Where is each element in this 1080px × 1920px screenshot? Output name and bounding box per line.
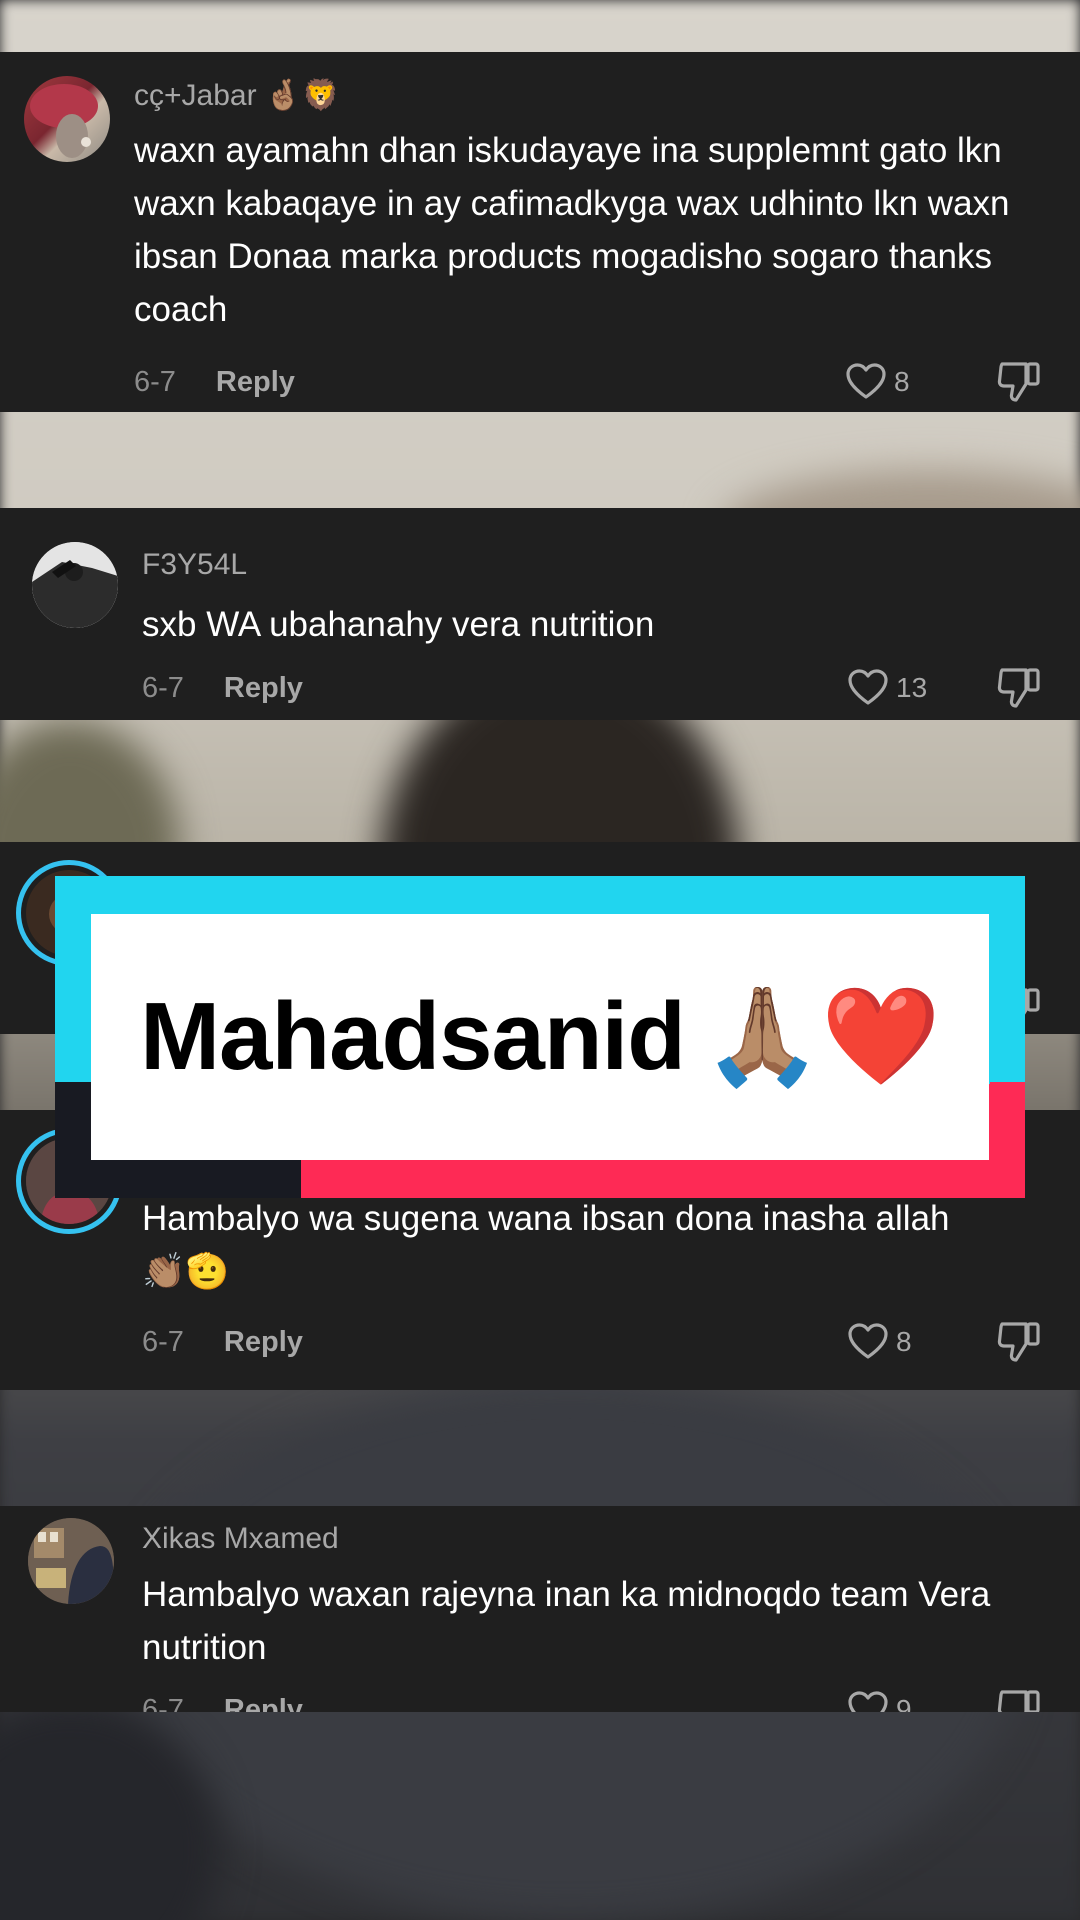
like-button[interactable]: 8 bbox=[846, 360, 910, 404]
thumbs-down-icon[interactable] bbox=[996, 666, 1042, 710]
comment-meta: 6-7 Reply bbox=[142, 1320, 303, 1364]
comment-card: cç+Jabar 🤞🏽🦁 waxn ayamahn dhan iskudayay… bbox=[0, 52, 1080, 412]
username-text: cç+Jabar bbox=[134, 79, 257, 112]
reply-button[interactable]: Reply bbox=[224, 1694, 303, 1713]
heart-outline-icon bbox=[848, 1691, 888, 1712]
thumbs-down-icon[interactable] bbox=[996, 1688, 1042, 1712]
comment-emoji: 👏🏽🫡 bbox=[142, 1252, 230, 1291]
like-button[interactable]: 8 bbox=[848, 1320, 912, 1364]
comment-username[interactable]: Xikas Mxamed bbox=[142, 1522, 339, 1556]
thumbs-down-icon[interactable] bbox=[996, 360, 1042, 404]
like-button[interactable]: 13 bbox=[848, 666, 927, 710]
comment-card: F3Y54L sxb WA ubahanahy vera nutrition 6… bbox=[0, 508, 1080, 720]
avatar-image bbox=[32, 542, 118, 628]
comment-text: sxb WA ubahanahy vera nutrition bbox=[142, 605, 655, 644]
heart-outline-icon bbox=[848, 1323, 888, 1359]
title-box: Mahadsanid 🙏🏽❤️ bbox=[91, 914, 989, 1160]
avatar[interactable] bbox=[28, 1518, 114, 1604]
avatar[interactable] bbox=[32, 542, 118, 628]
username-text: F3Y54L bbox=[142, 548, 248, 581]
comment-text-body: Hambalyo wa sugena wana ibsan dona inash… bbox=[142, 1199, 950, 1238]
like-count: 9 bbox=[896, 1694, 912, 1712]
comment-username[interactable]: F3Y54L bbox=[142, 548, 247, 582]
comment-username[interactable]: cç+Jabar 🤞🏽🦁 bbox=[134, 78, 340, 113]
comment-card: Xikas Mxamed Hambalyo waxan rajeyna inan… bbox=[0, 1506, 1080, 1712]
overlay-title-emoji: 🙏🏽❤️ bbox=[702, 983, 941, 1090]
comment-date: 6-7 bbox=[142, 671, 184, 704]
reply-button[interactable]: Reply bbox=[224, 672, 303, 705]
title-overlay: Mahadsanid 🙏🏽❤️ bbox=[55, 876, 1025, 1198]
heart-outline-icon bbox=[848, 669, 888, 705]
comment-text: Hambalyo wa sugena wana ibsan dona inash… bbox=[142, 1192, 1042, 1298]
comment-meta: 6-7 Reply bbox=[134, 360, 295, 404]
avatar-image bbox=[28, 1518, 114, 1604]
overlay-title: Mahadsanid 🙏🏽❤️ bbox=[140, 981, 941, 1093]
title-pink-corner bbox=[990, 1082, 1025, 1092]
thumbs-down-icon[interactable] bbox=[996, 1320, 1042, 1364]
comment-meta: 6-7 Reply bbox=[142, 666, 303, 710]
comment-text: waxn ayamahn dhan iskudayaye ina supplem… bbox=[134, 131, 1010, 329]
avatar-image bbox=[30, 84, 98, 158]
username-text: Xikas Mxamed bbox=[142, 1522, 339, 1555]
comment-date: 6-7 bbox=[142, 1325, 184, 1358]
reply-button[interactable]: Reply bbox=[216, 366, 295, 399]
like-count: 13 bbox=[896, 672, 928, 703]
comment-date: 6-7 bbox=[142, 1693, 184, 1713]
comment-text: Hambalyo waxan rajeyna inan ka midnoqdo … bbox=[142, 1575, 991, 1667]
heart-outline-icon bbox=[846, 363, 886, 399]
reply-button[interactable]: Reply bbox=[224, 1326, 303, 1359]
like-button[interactable]: 9 bbox=[848, 1688, 912, 1712]
like-count: 8 bbox=[894, 366, 910, 397]
like-count: 8 bbox=[896, 1326, 912, 1357]
avatar[interactable] bbox=[24, 76, 110, 162]
comment-date: 6-7 bbox=[134, 365, 176, 398]
username-emoji: 🤞🏽🦁 bbox=[264, 79, 340, 112]
overlay-title-text: Mahadsanid bbox=[140, 983, 686, 1090]
comment-meta: 6-7 Reply bbox=[142, 1688, 303, 1713]
